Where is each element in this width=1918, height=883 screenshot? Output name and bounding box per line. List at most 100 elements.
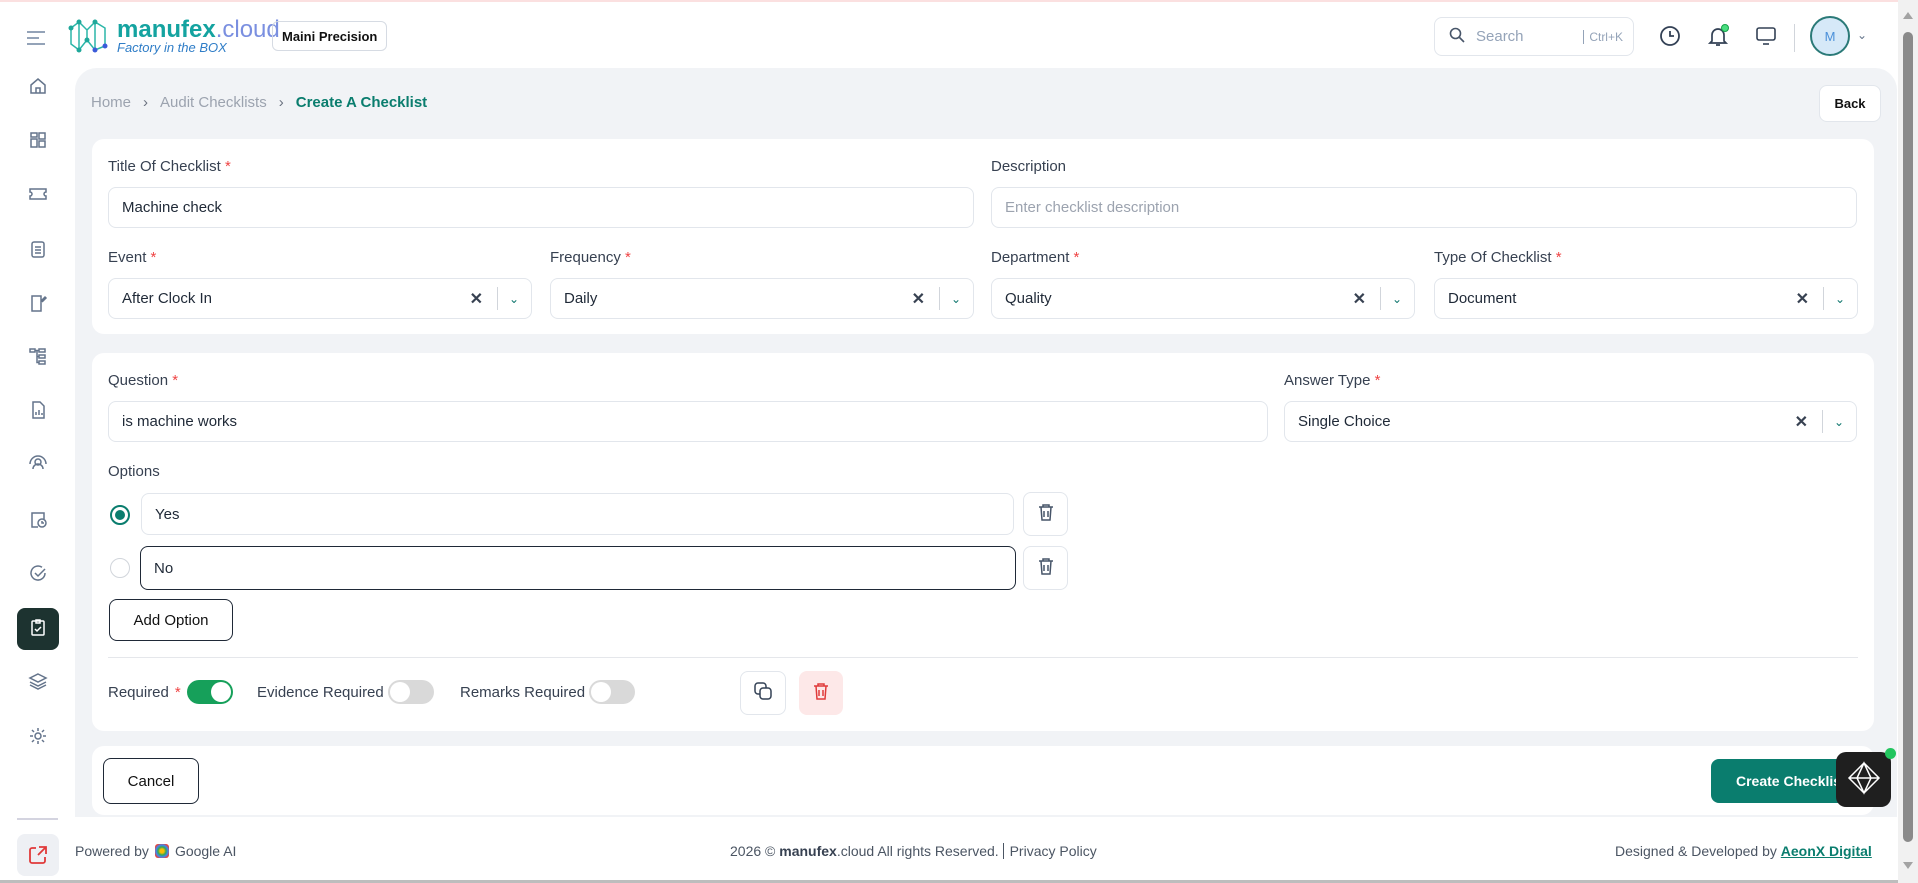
sidebar-item-settings[interactable] <box>17 717 59 759</box>
scrollbar[interactable] <box>1898 0 1918 883</box>
option-input-no[interactable]: No <box>140 546 1016 590</box>
answer-type-label: Answer Type * <box>1284 372 1381 389</box>
search-shortcut: Ctrl+K <box>1583 29 1623 44</box>
logo-mark-icon <box>67 18 117 54</box>
breadcrumb: Home › Audit Checklists › Create A Checkli… <box>91 94 427 111</box>
sidebar-divider <box>17 818 58 820</box>
sidebar-item-notebook-edit[interactable] <box>17 284 59 326</box>
online-status-dot <box>1885 748 1896 759</box>
sidebar-item-clipboard-list[interactable] <box>17 230 59 272</box>
clear-icon[interactable]: ✕ <box>912 289 925 309</box>
clear-icon[interactable]: ✕ <box>1796 289 1809 309</box>
duplicate-question-button[interactable] <box>740 671 786 715</box>
monitor-icon[interactable] <box>1752 22 1780 50</box>
search-placeholder: Search <box>1476 28 1524 45</box>
notebook-edit-icon <box>28 293 48 317</box>
external-link-icon[interactable] <box>17 834 59 876</box>
settings-icon <box>28 726 48 750</box>
logo-tagline: Factory in the BOX <box>117 40 227 55</box>
clear-icon[interactable]: ✕ <box>1795 412 1808 432</box>
trash-icon <box>1038 557 1054 579</box>
option-input-yes[interactable]: Yes <box>141 493 1014 535</box>
department-label: Department * <box>991 249 1080 266</box>
chevron-down-icon[interactable]: ⌄ <box>1392 292 1402 306</box>
sidebar-item-ticket[interactable] <box>17 175 59 217</box>
type-select[interactable]: Document ✕ ⌄ <box>1434 278 1858 319</box>
organization-badge[interactable]: Maini Precision <box>272 21 388 51</box>
chevron-down-icon[interactable]: ⌄ <box>1857 28 1867 42</box>
sidebar-item-check-circle[interactable] <box>17 554 59 596</box>
header-divider <box>1794 24 1795 52</box>
ai-logo-icon <box>1847 760 1881 799</box>
add-option-button[interactable]: Add Option <box>109 599 233 641</box>
description-label: Description <box>991 158 1067 175</box>
ai-assistant-button[interactable] <box>1836 752 1891 807</box>
event-select[interactable]: After Clock In ✕ ⌄ <box>108 278 532 319</box>
chevron-right-icon: › <box>278 94 284 111</box>
delete-option-button[interactable] <box>1023 492 1068 536</box>
delete-question-button[interactable] <box>799 671 843 715</box>
options-label: Options <box>108 463 160 480</box>
dashboard-icon <box>28 130 48 154</box>
search-icon <box>1449 27 1465 47</box>
home-icon <box>28 76 48 100</box>
breadcrumb-current: Create A Checklist <box>295 94 428 111</box>
question-label: Question * <box>108 372 179 389</box>
designed-by: Designed & Developed by AeonX Digital <box>1615 843 1872 859</box>
breadcrumb-home[interactable]: Home <box>91 94 131 111</box>
back-button[interactable]: Back <box>1819 85 1881 122</box>
trash-icon <box>1038 503 1054 525</box>
scrollbar-thumb[interactable] <box>1903 32 1913 842</box>
layers-icon <box>28 671 48 695</box>
sidebar-item-hierarchy[interactable] <box>17 337 59 379</box>
search-input[interactable]: Search Ctrl+K <box>1434 17 1634 56</box>
sidebar-item-audit-checklist[interactable] <box>17 608 59 650</box>
frequency-select[interactable]: Daily ✕ ⌄ <box>550 278 974 319</box>
remarks-toggle-group: Remarks Required <box>460 680 636 704</box>
required-toggle-group: Required * <box>108 680 233 704</box>
chevron-down-icon[interactable]: ⌄ <box>509 292 519 306</box>
option-radio-yes[interactable] <box>110 505 130 525</box>
powered-by: Powered by Google AI <box>75 843 237 859</box>
chevron-right-icon: › <box>143 94 149 111</box>
sidebar-item-dashboard[interactable] <box>17 121 59 163</box>
frequency-label: Frequency * <box>550 249 631 266</box>
chevron-down-icon[interactable]: ⌄ <box>951 292 961 306</box>
aeonx-link[interactable]: AeonX Digital <box>1781 843 1872 859</box>
title-input[interactable]: Machine check <box>108 187 974 228</box>
evidence-required-toggle[interactable] <box>387 680 434 704</box>
clipboard-clock-icon <box>28 509 48 533</box>
chevron-down-icon[interactable]: ⌄ <box>1834 415 1844 429</box>
bell-icon[interactable] <box>1704 22 1732 50</box>
check-circle-icon <box>28 563 48 587</box>
avatar[interactable]: M <box>1810 16 1850 56</box>
privacy-policy-link[interactable]: Privacy Policy <box>1002 843 1097 859</box>
option-radio-no[interactable] <box>110 558 130 578</box>
clear-icon[interactable]: ✕ <box>1353 289 1366 309</box>
remarks-required-toggle[interactable] <box>589 680 636 704</box>
sidebar-item-report[interactable] <box>17 391 59 433</box>
department-select[interactable]: Quality ✕ ⌄ <box>991 278 1415 319</box>
event-label: Event * <box>108 249 157 266</box>
sidebar-item-layers[interactable] <box>17 662 59 704</box>
top-accent-line <box>0 0 1898 2</box>
breadcrumb-audit-checklists[interactable]: Audit Checklists <box>160 94 267 111</box>
action-bar <box>92 746 1874 815</box>
clock-icon[interactable] <box>1656 22 1684 50</box>
sidebar-item-user-sync[interactable] <box>17 445 59 487</box>
chevron-down-icon[interactable]: ⌄ <box>1835 292 1845 306</box>
question-input[interactable]: is machine works <box>108 401 1268 442</box>
google-ai-icon <box>154 844 169 858</box>
delete-option-button[interactable] <box>1023 546 1068 590</box>
copyright: 2026 © manufex.cloud All rights Reserved… <box>730 843 1097 859</box>
audit-checklist-icon <box>28 617 48 641</box>
cancel-button[interactable]: Cancel <box>103 758 199 804</box>
required-toggle[interactable] <box>186 680 233 704</box>
ticket-icon <box>28 184 48 208</box>
answer-type-select[interactable]: Single Choice ✕ ⌄ <box>1284 401 1857 442</box>
clear-icon[interactable]: ✕ <box>470 289 483 309</box>
menu-icon[interactable] <box>22 26 50 50</box>
sidebar-item-home[interactable] <box>17 67 59 109</box>
sidebar-item-clipboard-clock[interactable] <box>17 500 59 542</box>
description-input[interactable]: Enter checklist description <box>991 187 1857 228</box>
